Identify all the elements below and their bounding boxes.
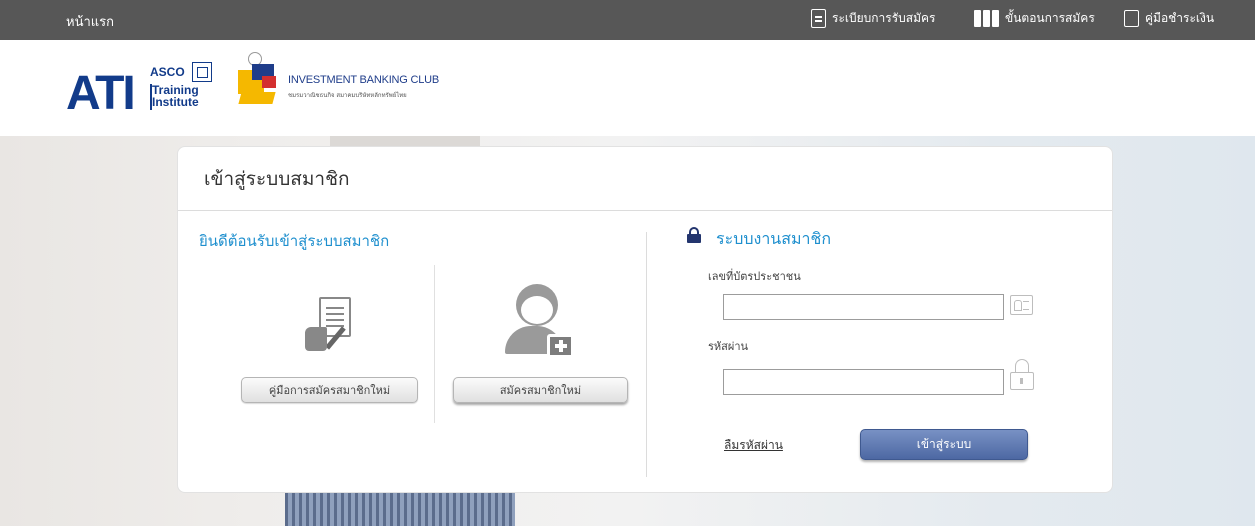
password-input[interactable] xyxy=(723,369,1004,395)
document-icon xyxy=(811,9,826,28)
asco-logo-subtitle: Training Institute xyxy=(152,83,199,109)
ati-logo: ATI xyxy=(66,67,136,120)
asco-logo-mark xyxy=(192,62,212,82)
background-building-bottom xyxy=(285,490,515,526)
forgot-password-link[interactable]: ลืมรหัสผ่าน xyxy=(724,436,783,455)
unlock-icon xyxy=(1010,359,1034,393)
password-label: รหัสผ่าน xyxy=(708,340,749,353)
steps-icon xyxy=(974,10,999,27)
add-member-icon xyxy=(505,284,575,358)
id-card-icon xyxy=(1010,295,1033,315)
asco-logo-text: ASCO xyxy=(150,65,185,79)
options-divider xyxy=(434,265,435,423)
nav-payment-guide[interactable]: คู่มือชำระเงิน xyxy=(1124,9,1214,28)
top-nav-bar: หน้าแรก ระเบียบการรับสมัคร ขั้นตอนการสมั… xyxy=(0,0,1255,40)
logo-band: ATI ASCO Training Institute INVESTMENT BA… xyxy=(0,40,1255,136)
member-system-heading: ระบบงานสมาชิก xyxy=(716,229,832,248)
register-button[interactable]: สมัครสมาชิกใหม่ xyxy=(453,377,628,403)
nav-registration-rules[interactable]: ระเบียบการรับสมัคร xyxy=(811,9,935,28)
payment-guide-icon xyxy=(1124,10,1139,27)
id-number-label: เลขที่บัตรประชาชน xyxy=(708,270,801,283)
login-card: เข้าสู่ระบบสมาชิก ยินดีต้อนรับเข้าสู่ระบ… xyxy=(177,146,1113,493)
ibc-logo-name: INVESTMENT BANKING CLUB xyxy=(288,74,440,86)
card-column-divider xyxy=(646,232,647,477)
ibc-logo-subtitle: ชมรมวาณิชธนกิจ สมาคมบริษัทหลักทรัพย์ไทย xyxy=(288,92,407,99)
nav-payment-guide-label: คู่มือชำระเงิน xyxy=(1145,11,1215,25)
nav-application-steps-label: ขั้นตอนการสมัคร xyxy=(1005,11,1095,25)
home-link[interactable]: หน้าแรก xyxy=(66,11,114,32)
signup-manual-icon xyxy=(305,297,355,353)
id-number-input[interactable] xyxy=(723,294,1004,320)
welcome-heading: ยินดีต้อนรับเข้าสู่ระบบสมาชิก xyxy=(199,232,390,250)
signup-manual-button[interactable]: คู่มือการสมัครสมาชิกใหม่ xyxy=(241,377,418,403)
card-divider xyxy=(178,210,1112,211)
nav-application-steps[interactable]: ขั้นตอนการสมัคร xyxy=(974,9,1095,28)
asco-logo: ASCO Training Institute xyxy=(150,62,220,118)
nav-registration-rules-label: ระเบียบการรับสมัคร xyxy=(832,11,936,25)
page-title: เข้าสู่ระบบสมาชิก xyxy=(204,168,350,190)
lock-icon xyxy=(687,227,701,243)
login-button[interactable]: เข้าสู่ระบบ xyxy=(860,429,1028,460)
investment-banking-club-logo: INVESTMENT BANKING CLUB ชมรมวาณิชธนกิจ ส… xyxy=(238,52,458,110)
